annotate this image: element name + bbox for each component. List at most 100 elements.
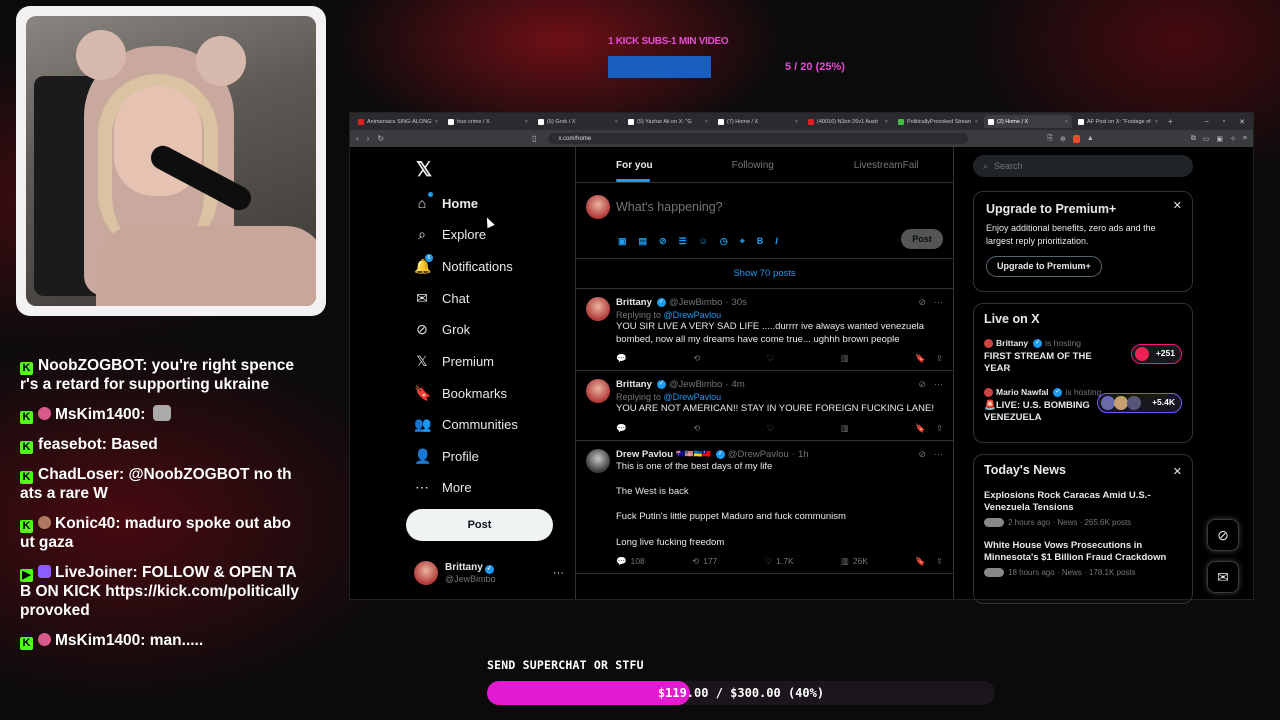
nav-item-home[interactable]: ⌂ Home	[414, 192, 478, 211]
repost-button[interactable]: ⟲ 177	[692, 556, 717, 567]
close-window-icon[interactable]: ✕	[1239, 118, 1245, 126]
browser-tab[interactable]: PoliticallyProvoked Strean ×	[894, 115, 982, 128]
share-icon[interactable]: ⇪	[936, 556, 943, 567]
views-button[interactable]: ▥	[841, 423, 853, 434]
like-button[interactable]: ♡ 1.7K	[765, 556, 794, 567]
gif-icon[interactable]: ▤	[639, 236, 648, 247]
image-icon[interactable]: ▣	[618, 236, 627, 247]
bold-icon[interactable]: B	[757, 236, 764, 247]
reload-icon[interactable]: ↻	[377, 134, 384, 143]
nav-item-explore[interactable]: ⌕ Explore	[414, 226, 486, 243]
post-button[interactable]: Post	[406, 509, 553, 541]
upgrade-premium-button[interactable]: Upgrade to Premium+	[986, 256, 1102, 277]
tab-close-icon[interactable]: ×	[435, 119, 438, 125]
replying-to-handle[interactable]: @DrewPavlou	[664, 392, 722, 402]
x-logo-icon[interactable]: 𝕏	[416, 157, 432, 182]
restore-icon[interactable]: ▫	[1223, 118, 1225, 126]
reply-button[interactable]: 💬	[616, 353, 631, 364]
live-host-name[interactable]: Mario Nawfal	[996, 387, 1048, 397]
tweet-author-name[interactable]: Brittany	[616, 379, 652, 390]
tweet-time[interactable]: 1h	[798, 449, 809, 460]
back-icon[interactable]: ‹	[356, 134, 359, 143]
browser-tab[interactable]: (5) Yazhar Ali on X: "G ×	[624, 115, 712, 128]
live-item[interactable]: Brittany ✓ is hosting FIRST STREAM OF THE Y…	[984, 338, 1182, 375]
compose-post-button[interactable]: Post	[901, 229, 943, 249]
tweet[interactable]: Brittany ✓ @JewBimbo · 4m ⊘ ··· Replying to @Dr…	[576, 371, 953, 441]
sidebar-toggle-icon[interactable]: ▭	[1203, 135, 1210, 143]
new-tab-icon[interactable]: +	[1168, 117, 1173, 126]
browser-tab[interactable]: AF Post on X: "Footage of ×	[1074, 115, 1162, 128]
nav-item-communities[interactable]: 👥 Communities	[414, 416, 518, 433]
tweet[interactable]: Drew Pavlou 🇦🇺🇺🇸🇺🇦🇹🇼 ✓ @DrewPavlou · 1h ⊘ ··· Th…	[576, 441, 953, 575]
news-item[interactable]: White House Vows Prosecutions in Minneso…	[984, 540, 1182, 577]
tab-livestreamfail[interactable]: LivestreamFail	[820, 147, 954, 182]
nav-item-chat[interactable]: ✉ Chat	[414, 290, 469, 307]
messages-float-icon[interactable]: ✉	[1207, 561, 1239, 593]
schedule-icon[interactable]: ◷	[720, 236, 728, 247]
nav-item-premium[interactable]: 𝕏 Premium	[414, 353, 494, 370]
menu-icon[interactable]: ≡	[1243, 135, 1247, 143]
bookmark-icon[interactable]: 🔖	[915, 556, 926, 567]
tweet[interactable]: Brittany ✓ @JewBimbo · 30s ⊘ ··· Replying to @D…	[576, 289, 953, 371]
account-switcher[interactable]: Brittany ✓ @JewBimbo ···	[414, 561, 564, 585]
grok-float-icon[interactable]: ⊘	[1207, 519, 1239, 551]
more-dots-icon[interactable]: ···	[553, 567, 564, 579]
views-button[interactable]: ▥ 26K	[841, 556, 868, 567]
chat-username[interactable]: MsKim1400	[55, 406, 140, 423]
repost-button[interactable]: ⟲	[693, 423, 704, 434]
leo-icon[interactable]: ✧	[1230, 135, 1236, 143]
nav-item-notifications[interactable]: 🔔 6 Notifications	[414, 254, 513, 275]
brave-shield-icon[interactable]	[1072, 134, 1080, 143]
more-dots-icon[interactable]: ···	[934, 449, 943, 460]
italic-icon[interactable]: I	[775, 236, 778, 247]
tweet-handle[interactable]: @JewBimbo	[669, 297, 722, 308]
more-dots-icon[interactable]: ···	[934, 297, 943, 308]
avatar[interactable]	[586, 297, 610, 321]
live-host-name[interactable]: Brittany	[996, 338, 1028, 348]
nav-item-grok[interactable]: ⊘ Grok	[414, 321, 470, 338]
live-item[interactable]: Mario Nawfal ✓ is hosting 🚨LIVE: U.S. BOMBI…	[984, 387, 1182, 424]
replying-to-handle[interactable]: @DrewPavlou	[664, 310, 722, 320]
url-field[interactable]: x.com/home	[548, 133, 969, 144]
nav-item-profile[interactable]: 👤 Profile	[414, 448, 479, 465]
chat-username[interactable]: ChadLoser	[38, 466, 119, 483]
tab-close-icon[interactable]: ×	[1065, 119, 1068, 125]
grok-icon[interactable]: ⊘	[918, 379, 926, 390]
tweet-author-name[interactable]: Drew Pavlou	[616, 449, 673, 460]
close-icon[interactable]: ✕	[1173, 199, 1182, 212]
wallet-icon[interactable]: ▣	[1216, 135, 1223, 143]
tweet-handle[interactable]: @JewBimbo	[669, 379, 722, 390]
grok-icon[interactable]: ⊘	[918, 449, 926, 460]
minimize-icon[interactable]: –	[1205, 118, 1209, 126]
tab-close-icon[interactable]: ×	[885, 119, 888, 125]
share-icon[interactable]: ⇪	[936, 423, 943, 434]
grok-icon[interactable]: ⊘	[918, 297, 926, 308]
nav-item-more[interactable]: ⋯ More	[414, 479, 472, 496]
tweet-time[interactable]: 4m	[732, 379, 745, 390]
share-icon[interactable]: ⎘	[1047, 135, 1053, 143]
bookmark-icon[interactable]: 🔖	[915, 353, 926, 364]
like-button[interactable]: ♡	[767, 423, 779, 434]
chat-username[interactable]: MsKim1400	[55, 632, 140, 649]
rewards-icon[interactable]: ▲	[1087, 135, 1094, 143]
chat-username[interactable]: LiveJoiner	[55, 564, 133, 581]
tab-close-icon[interactable]: ×	[705, 119, 708, 125]
tweet-handle[interactable]: @DrewPavlou	[728, 449, 789, 460]
repost-button[interactable]: ⟲	[693, 353, 704, 364]
chat-username[interactable]: Konic40	[55, 515, 115, 532]
browser-tab[interactable]: true crime / X ×	[444, 115, 532, 128]
bookmark-icon[interactable]: 🔖	[915, 423, 926, 434]
chat-username[interactable]: feasebot	[38, 436, 102, 453]
forward-icon[interactable]: ›	[367, 134, 370, 143]
avatar[interactable]	[586, 379, 610, 403]
bookmark-page-icon[interactable]: ▯	[532, 134, 536, 143]
compose-input[interactable]: What's happening?	[616, 200, 723, 214]
like-button[interactable]: ♡	[767, 353, 779, 364]
browser-tab[interactable]: (7) Home / X ×	[714, 115, 802, 128]
location-icon[interactable]: ⌖	[740, 236, 745, 247]
grok-compose-icon[interactable]: ⊘	[659, 236, 667, 247]
news-item[interactable]: Explosions Rock Caracas Amid U.S.-Venezu…	[984, 490, 1182, 527]
browser-tab[interactable]: Animaniacs SING-ALONG ×	[354, 115, 442, 128]
tab-for-you[interactable]: For you	[576, 147, 686, 182]
browser-tab[interactable]: (5) Grok / X ×	[534, 115, 622, 128]
